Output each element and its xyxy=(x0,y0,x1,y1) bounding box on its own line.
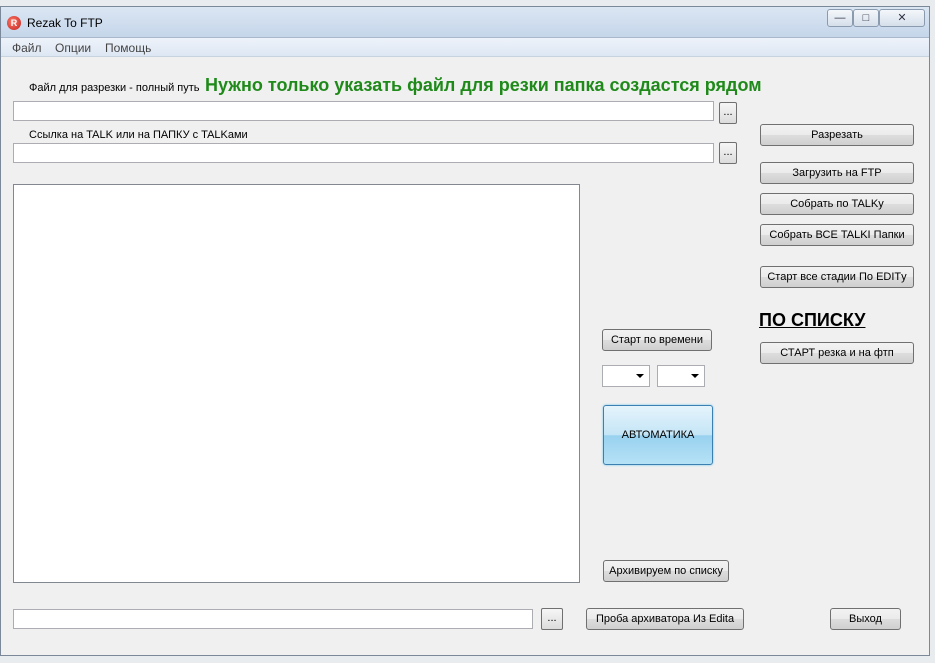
minimize-button[interactable]: — xyxy=(827,9,853,27)
archive-by-list-button[interactable]: Архивируем по списку xyxy=(603,560,729,582)
browse-talk-button[interactable]: ... xyxy=(719,142,737,164)
start-by-time-button[interactable]: Старт по времени xyxy=(602,329,712,351)
app-icon: R xyxy=(7,16,21,30)
upload-ftp-button[interactable]: Загрузить на FTP xyxy=(760,162,914,184)
menu-file[interactable]: Файл xyxy=(12,41,42,55)
talk-path-label: Ссылка на TALK или на ПАПКУ с TALKами xyxy=(29,129,248,141)
menu-help[interactable]: Помощь xyxy=(105,41,151,55)
talk-path-input[interactable] xyxy=(13,143,714,163)
chevron-down-icon xyxy=(691,374,699,378)
output-listbox[interactable] xyxy=(13,184,580,583)
title-bar[interactable]: R Rezak To FTP — □ ✕ xyxy=(1,7,929,38)
test-archiver-button[interactable]: Проба архиватора Из Edita xyxy=(586,608,744,630)
window-title: Rezak To FTP xyxy=(27,16,103,30)
close-button[interactable]: ✕ xyxy=(879,9,925,27)
automatic-button[interactable]: АВТОМАТИКА xyxy=(603,405,713,465)
cut-button[interactable]: Разрезать xyxy=(760,124,914,146)
maximize-icon: □ xyxy=(862,12,870,24)
hint-banner: Нужно только указать файл для резки папк… xyxy=(205,75,762,95)
menu-options[interactable]: Опции xyxy=(55,41,91,55)
exit-button[interactable]: Выход xyxy=(830,608,901,630)
hour-select[interactable] xyxy=(602,365,650,387)
app-window: R Rezak To FTP — □ ✕ Файл Опции Помощь Ф… xyxy=(0,6,930,656)
close-icon: ✕ xyxy=(897,12,907,24)
file-path-label: Файл для разрезки - полный путь xyxy=(29,82,200,94)
collect-all-talk-button[interactable]: Собрать ВСЕ TALKI Папки xyxy=(760,224,914,246)
maximize-button[interactable]: □ xyxy=(853,9,879,27)
menu-bar: Файл Опции Помощь xyxy=(1,38,929,57)
collect-talk-button[interactable]: Собрать по TALKу xyxy=(760,193,914,215)
browse-file-button[interactable]: ... xyxy=(719,102,737,124)
chevron-down-icon xyxy=(636,374,644,378)
browse-archive-button[interactable]: ... xyxy=(541,608,563,630)
archive-path-input[interactable] xyxy=(13,609,533,629)
minute-select[interactable] xyxy=(657,365,705,387)
minimize-icon: — xyxy=(834,12,846,24)
file-path-input[interactable] xyxy=(13,101,714,121)
list-heading: ПО СПИСКУ xyxy=(759,310,866,330)
start-all-stages-button[interactable]: Старт все стадии По EDITу xyxy=(760,266,914,288)
start-cut-ftp-button[interactable]: СТАРТ резка и на фтп xyxy=(760,342,914,364)
